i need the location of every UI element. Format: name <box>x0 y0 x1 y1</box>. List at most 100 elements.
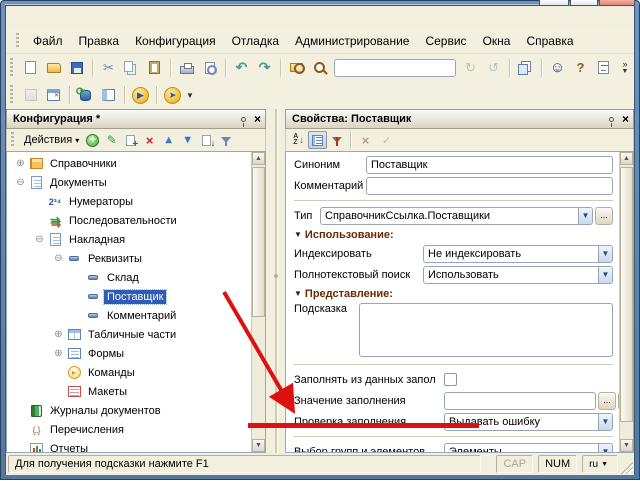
scroll-down-icon[interactable]: ▼ <box>252 439 265 452</box>
menu-item-1[interactable]: Правка <box>71 31 128 51</box>
language-selector[interactable]: ru ▼ <box>582 455 618 473</box>
properties-scrollbar[interactable]: ▲ ▼ <box>619 152 633 452</box>
chevron-down-icon[interactable]: ▼ <box>598 444 612 454</box>
open-icon[interactable] <box>43 58 64 78</box>
actions-menu-button[interactable]: Действия ▾ <box>20 132 83 148</box>
start-debugging-icon[interactable]: ▶ <box>130 85 151 105</box>
search-combobox[interactable]: ▼ <box>334 59 456 77</box>
ellipsis-button[interactable]: ... <box>595 207 613 225</box>
configuration-tree-icon[interactable] <box>20 85 41 105</box>
chevron-down-icon[interactable]: ▼ <box>578 208 592 224</box>
panel-close-icon[interactable]: × <box>254 113 261 125</box>
ellipsis-button[interactable]: ... <box>598 392 616 410</box>
find-next-icon[interactable]: ↻ <box>460 58 481 78</box>
property-textarea[interactable] <box>359 303 613 357</box>
cut-icon[interactable]: ✂ <box>98 58 119 78</box>
tree-item[interactable]: Отчеты <box>7 439 265 453</box>
menu-item-2[interactable]: Конфигурация <box>127 31 224 51</box>
print-icon[interactable] <box>176 58 197 78</box>
menu-item-5[interactable]: Сервис <box>417 31 474 51</box>
search-input[interactable] <box>335 60 456 76</box>
start-client-icon[interactable]: ➤ <box>162 85 183 105</box>
panel-close-icon[interactable]: × <box>622 113 629 125</box>
delete-icon[interactable]: × <box>140 131 159 149</box>
menu-item-3[interactable]: Отладка <box>224 31 287 51</box>
sort-icon[interactable] <box>197 131 216 149</box>
tree-item[interactable]: 2³⁴Нумераторы <box>7 192 265 211</box>
property-combobox[interactable]: Использовать▼ <box>423 266 613 284</box>
property-value-input[interactable] <box>366 177 613 195</box>
expander-icon[interactable]: ⊖ <box>51 253 66 264</box>
tree-item[interactable]: ▸Команды <box>7 363 265 382</box>
resize-grip[interactable] <box>621 462 633 474</box>
panel-splitter[interactable] <box>266 109 285 453</box>
toolbar-grip[interactable] <box>11 132 14 147</box>
find-prev-icon[interactable]: ↺ <box>483 58 504 78</box>
toolbar-grip[interactable] <box>10 85 13 105</box>
preview-icon[interactable] <box>199 58 220 78</box>
tree-item[interactable]: ⊖Документы <box>7 173 265 192</box>
chevron-down-icon[interactable]: ▼ <box>598 414 612 430</box>
update-db-config-icon[interactable] <box>75 85 96 105</box>
menu-item-0[interactable]: Файл <box>25 31 71 51</box>
windows-icon[interactable] <box>515 58 536 78</box>
toolbar-overflow-icon[interactable]: »▼ <box>617 57 633 79</box>
undo-icon[interactable]: ↶ <box>231 58 252 78</box>
copy-icon[interactable] <box>121 58 142 78</box>
tree-scrollbar[interactable]: ▲ ▼ <box>251 152 265 452</box>
filter-important-icon[interactable] <box>327 131 346 149</box>
apply-icon[interactable]: ✓ <box>377 131 396 149</box>
delete-icon[interactable]: × <box>356 131 375 149</box>
add-icon[interactable]: + <box>83 131 102 149</box>
tree-item[interactable]: Журналы документов <box>7 401 265 420</box>
tree-item[interactable]: ⇉Последовательности <box>7 211 265 230</box>
scroll-up-icon[interactable]: ▲ <box>252 152 265 165</box>
pin-icon[interactable] <box>241 117 246 122</box>
filter-icon[interactable] <box>216 131 235 149</box>
section-header-Использование[interactable]: ▼Использование: <box>294 226 613 243</box>
tree-item[interactable]: ⊖Накладная <box>7 230 265 249</box>
expander-icon[interactable]: ⊖ <box>13 177 28 188</box>
menu-item-4[interactable]: Администрирование <box>287 31 417 51</box>
redo-icon[interactable]: ↷ <box>254 58 275 78</box>
tree-item[interactable]: ⊕Справочники <box>7 154 265 173</box>
menubar-grip[interactable] <box>16 33 19 50</box>
menu-item-7[interactable]: Справка <box>518 31 581 51</box>
pin-icon[interactable] <box>609 117 614 122</box>
sort-az-icon[interactable]: AZ↓ <box>289 131 308 149</box>
scrollbar-thumb[interactable] <box>252 167 265 317</box>
chevron-down-icon[interactable]: ▼ <box>598 246 612 262</box>
tree-item[interactable]: Склад <box>7 268 265 287</box>
menu-item-6[interactable]: Окна <box>475 31 519 51</box>
edit-icon[interactable]: ✎ <box>102 131 121 149</box>
property-value-input[interactable] <box>444 392 596 410</box>
section-header-Представление[interactable]: ▼Представление: <box>294 285 613 302</box>
chevron-down-icon[interactable]: ▼ <box>186 91 194 100</box>
expander-icon[interactable]: ⊕ <box>51 329 66 340</box>
tree-item[interactable]: {..}Перечисления <box>7 420 265 439</box>
new-icon[interactable] <box>20 58 41 78</box>
tree-item[interactable]: Макеты <box>7 382 265 401</box>
find-icon[interactable] <box>309 58 330 78</box>
function-panel-icon[interactable] <box>98 85 119 105</box>
scroll-up-icon[interactable]: ▲ <box>620 152 633 165</box>
property-combobox[interactable]: СправочникСсылка.Поставщики▼ <box>320 207 593 225</box>
syntax-assistant-icon[interactable]: ☺ <box>547 58 568 78</box>
save-icon[interactable] <box>66 58 87 78</box>
tree-item[interactable]: ⊕Табличные части <box>7 325 265 344</box>
copy-icon[interactable] <box>121 131 140 149</box>
chevron-down-icon[interactable]: ▼ <box>598 267 612 283</box>
tree-item[interactable]: Комментарий <box>7 306 265 325</box>
help-index-icon[interactable]: ? <box>570 58 591 78</box>
property-combobox[interactable]: Не индексировать▼ <box>423 245 613 263</box>
find-in-files-icon[interactable] <box>286 58 307 78</box>
categories-icon[interactable] <box>308 131 327 149</box>
paste-icon[interactable] <box>144 58 165 78</box>
expander-icon[interactable]: ⊖ <box>32 234 47 245</box>
scrollbar-thumb[interactable] <box>620 167 633 422</box>
scroll-down-icon[interactable]: ▼ <box>620 439 633 452</box>
expander-icon[interactable]: ⊕ <box>13 158 28 169</box>
property-value-input[interactable] <box>366 156 613 174</box>
expander-icon[interactable]: ⊕ <box>51 348 66 359</box>
property-checkbox[interactable] <box>444 373 457 386</box>
